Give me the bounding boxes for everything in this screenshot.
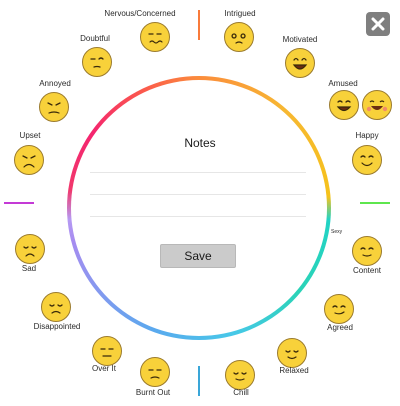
chill-face-icon[interactable] <box>225 360 255 390</box>
laughing-face-icon[interactable] <box>362 90 392 120</box>
notes-line[interactable] <box>90 194 306 195</box>
close-icon <box>371 17 385 31</box>
agreed-face-icon[interactable] <box>324 294 354 324</box>
mood-label: Burnt Out <box>135 388 171 397</box>
ring-small-label: Sexy <box>331 229 343 235</box>
save-button[interactable]: Save <box>160 244 236 268</box>
motivated-face-icon[interactable] <box>285 48 315 78</box>
relaxed-face-icon[interactable] <box>277 338 307 368</box>
notes-line[interactable] <box>90 216 306 217</box>
mood-label: Chill <box>233 388 249 397</box>
mood-label: Relaxed <box>279 366 309 375</box>
upset-face-icon[interactable] <box>14 145 44 175</box>
doubtful-face-icon[interactable] <box>82 47 112 77</box>
close-button[interactable] <box>366 12 390 36</box>
top-tick <box>198 10 200 40</box>
right-tick <box>360 202 390 204</box>
left-tick <box>4 202 34 204</box>
mood-wheel: Notes Save Sexy Nervous/Concerned Intrigu… <box>0 0 400 406</box>
mood-label: Agreed <box>327 323 353 332</box>
mood-label: Amused <box>328 79 358 88</box>
mood-label: Annoyed <box>39 79 71 88</box>
mood-ring <box>67 76 331 340</box>
mood-label: Sad <box>21 264 37 273</box>
burnt-out-face-icon[interactable] <box>140 357 170 387</box>
notes-line[interactable] <box>90 172 306 173</box>
mood-label: Content <box>352 266 382 275</box>
mood-label: Doubtful <box>80 34 110 43</box>
amused-face-icon[interactable] <box>329 90 359 120</box>
mood-label: Happy <box>355 131 379 140</box>
bottom-tick <box>198 366 200 396</box>
intrigued-face-icon[interactable] <box>224 22 254 52</box>
content-face-icon[interactable] <box>352 236 382 266</box>
notes-title: Notes <box>184 136 216 150</box>
over-it-face-icon[interactable] <box>92 336 122 366</box>
annoyed-face-icon[interactable] <box>39 92 69 122</box>
sad-face-icon[interactable] <box>15 234 45 264</box>
mood-label: Motivated <box>282 35 318 44</box>
disappointed-face-icon[interactable] <box>41 292 71 322</box>
mood-label: Upset <box>19 131 41 140</box>
happy-face-icon[interactable] <box>352 145 382 175</box>
mood-label: Over It <box>91 364 117 373</box>
mood-label: Disappointed <box>33 322 81 331</box>
mood-label: Nervous/Concerned <box>104 9 176 18</box>
nervous-face-icon[interactable] <box>140 22 170 52</box>
notes-panel <box>71 80 327 336</box>
mood-label: Intrigued <box>224 9 256 18</box>
